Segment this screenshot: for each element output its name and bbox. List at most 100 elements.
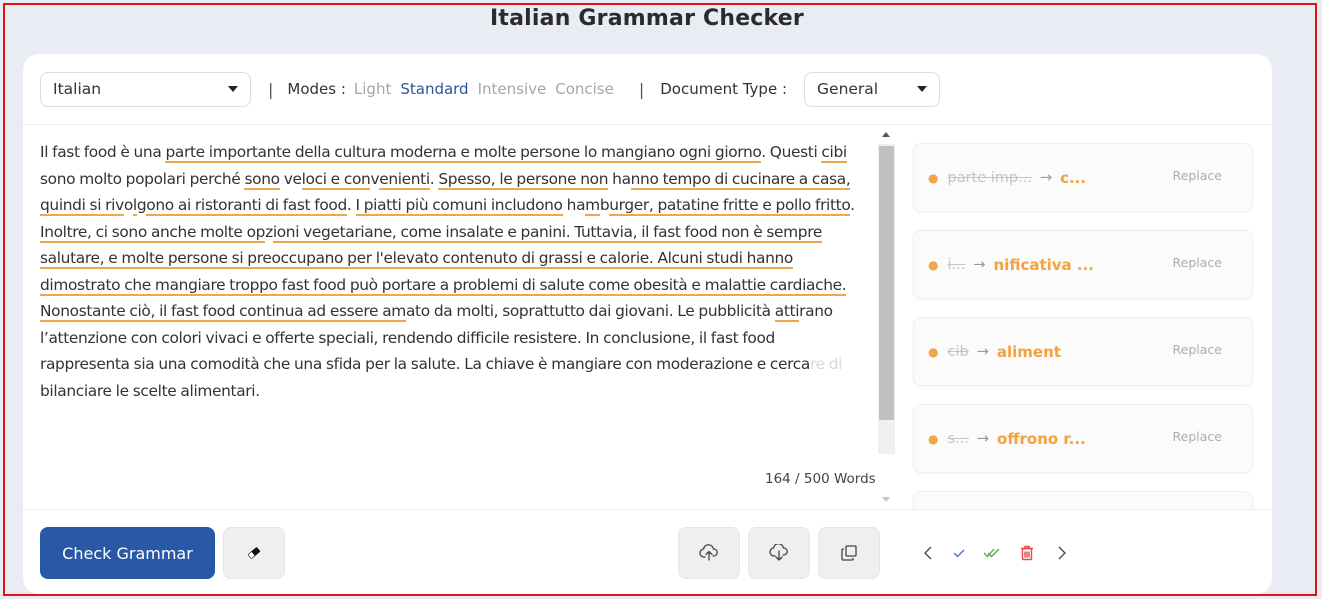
grammar-issue-highlight[interactable]: Inoltre, ci sono anche molte op — [40, 222, 265, 243]
next-suggestion-button[interactable] — [1053, 544, 1071, 562]
text-segment: ha — [608, 169, 631, 188]
grammar-issue-highlight[interactable]: Spesso, le persone non — [438, 169, 608, 190]
suggestion-original: i... — [947, 256, 966, 273]
accept-suggestion-button[interactable] — [950, 544, 968, 562]
text-segment: v — [370, 169, 380, 188]
arrow-right-icon: → — [976, 430, 990, 447]
text-editor[interactable]: Il fast food è una parte importante dell… — [23, 126, 895, 509]
text-segment: o — [123, 196, 133, 214]
editor-scrollbar[interactable] — [878, 126, 895, 509]
text-segment: Il fast food è una — [40, 143, 166, 161]
arrow-right-icon: → — [973, 256, 986, 273]
text-segment: b — [599, 196, 610, 214]
suggestion-replacement: offrono r... — [997, 429, 1086, 448]
check-icon — [953, 549, 965, 558]
grammar-checker-card: Italian | Modes : Light Standard Intensi… — [23, 54, 1272, 594]
upload-button[interactable] — [678, 527, 740, 579]
text-segment: ato da molti, soprattutto dai giovani. L… — [405, 302, 775, 320]
footer-actions: Check Grammar — [23, 509, 1272, 594]
caret-down-icon — [228, 86, 238, 92]
grammar-issue-highlight[interactable]: atti — [774, 302, 800, 322]
suggestion-card[interactable]: ● i... → nificativa ... Replace — [913, 230, 1253, 299]
grammar-issue-highlight[interactable]: loci e con — [301, 169, 371, 190]
scroll-thumb[interactable] — [879, 146, 894, 420]
word-count: 164 / 500 Words — [765, 471, 876, 487]
mode-concise[interactable]: Concise — [555, 80, 614, 98]
grammar-issue-highlight[interactable]: urger, patatine fritte e pollo fritto — [609, 196, 850, 216]
text-segment: ha — [562, 196, 586, 214]
document-type-label: Document Type : — [660, 80, 788, 98]
bullet-icon: ● — [928, 431, 939, 446]
page-title: Italian Grammar Checker — [490, 6, 804, 31]
document-type-value: General — [817, 80, 879, 98]
grammar-issue-highlight[interactable]: enienti — [379, 169, 430, 190]
bullet-icon: ● — [928, 344, 939, 359]
trash-icon — [1021, 545, 1033, 561]
double-check-icon — [983, 548, 1000, 558]
separator: | — [638, 79, 645, 99]
grammar-issue-highlight[interactable]: ono ai ristoranti di fast food — [146, 196, 347, 216]
grammar-issue-highlight[interactable]: iano ogni giorno — [643, 143, 762, 163]
text-segment: bilanciare le scelte alimentari. — [40, 381, 260, 400]
replace-button[interactable]: Replace — [1173, 429, 1222, 444]
mode-standard[interactable]: Standard — [400, 80, 468, 98]
grammar-issue-highlight[interactable]: m — [585, 196, 600, 216]
editor-text[interactable]: Il fast food è una parte importante dell… — [40, 139, 860, 404]
mode-light[interactable]: Light — [354, 80, 391, 98]
chevron-left-icon — [924, 546, 932, 560]
grammar-issue-highlight[interactable]: I piatti più comuni includono — [355, 196, 563, 216]
text-segment: sono molto popolari perché — [40, 169, 245, 188]
suggestions-panel: ● parte imp... → c... Replace ● i... → n… — [896, 126, 1272, 509]
text-segment: . — [346, 196, 356, 214]
suggestion-original: cib — [947, 343, 969, 360]
check-grammar-button[interactable]: Check Grammar — [40, 527, 215, 579]
cloud-download-icon — [769, 544, 788, 561]
arrow-right-icon: → — [976, 343, 989, 360]
grammar-issue-highlight[interactable]: sono — [244, 169, 280, 190]
accept-all-button[interactable] — [983, 544, 1001, 562]
replace-button[interactable]: Replace — [1173, 342, 1222, 357]
modes-label: Modes : — [287, 80, 346, 98]
chevron-right-icon — [1058, 546, 1066, 560]
eraser-icon — [247, 547, 261, 559]
text-segment: z — [265, 222, 273, 241]
clear-button[interactable] — [223, 527, 285, 579]
cloud-upload-icon — [699, 544, 718, 561]
suggestion-card[interactable]: ● parte imp... → c... Replace — [913, 143, 1253, 212]
copy-icon — [841, 545, 857, 561]
text-segment: g — [136, 196, 147, 214]
text-segment: . Questi — [761, 143, 822, 161]
suggestion-original: parte imp... — [947, 169, 1032, 186]
separator: | — [268, 79, 274, 99]
language-select[interactable]: Italian — [40, 71, 251, 107]
language-select-value: Italian — [53, 80, 102, 98]
download-button[interactable] — [748, 527, 810, 579]
suggestion-card[interactable]: ● cib → aliment Replace — [913, 317, 1253, 386]
suggestion-card[interactable]: ● s... → offrono r... Replace — [913, 404, 1253, 473]
grammar-issue-highlight[interactable]: cibi — [821, 143, 847, 163]
scroll-down-arrow-icon[interactable] — [882, 497, 890, 502]
text-segment: . — [850, 196, 855, 214]
caret-down-icon — [917, 86, 928, 92]
replace-button[interactable]: Replace — [1173, 255, 1222, 270]
suggestion-original: s... — [947, 430, 969, 447]
toolbar: Italian | Modes : Light Standard Intensi… — [23, 54, 1272, 125]
document-type-select[interactable]: General — [804, 71, 941, 107]
replace-button[interactable]: Replace — [1173, 168, 1222, 183]
scroll-up-arrow-icon[interactable] — [882, 132, 890, 137]
previous-suggestion-button[interactable] — [919, 544, 937, 562]
faded-text: re di — [810, 355, 843, 373]
scroll-track[interactable] — [878, 144, 895, 454]
suggestion-card[interactable] — [913, 491, 1253, 509]
delete-suggestion-button[interactable] — [1018, 544, 1036, 562]
suggestion-replacement: nificativa ... — [993, 255, 1094, 274]
bullet-icon: ● — [928, 170, 939, 185]
text-segment: ve — [279, 169, 302, 188]
grammar-issue-highlight[interactable]: parte importante della cultura moderna e… — [165, 143, 644, 163]
copy-button[interactable] — [818, 527, 880, 579]
suggestion-replacement: c... — [1060, 168, 1087, 187]
mode-intensive[interactable]: Intensive — [478, 80, 547, 98]
arrow-right-icon: → — [1039, 169, 1053, 186]
bullet-icon: ● — [928, 257, 939, 272]
suggestion-replacement: aliment — [996, 342, 1061, 361]
